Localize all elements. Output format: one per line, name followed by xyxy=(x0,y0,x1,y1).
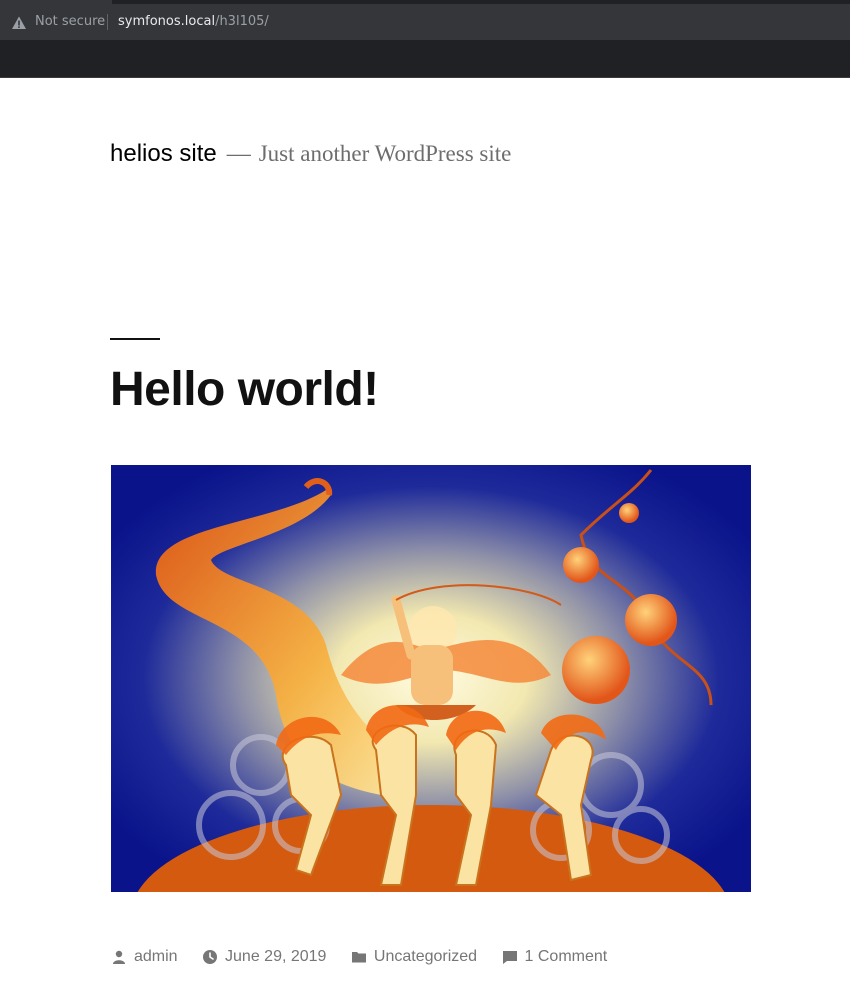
site-header: helios site — Just another WordPress site xyxy=(110,140,511,168)
clock-icon xyxy=(203,950,218,964)
folder-icon xyxy=(351,952,366,963)
url-text[interactable]: symfonos.local/h3l105/ xyxy=(118,14,269,29)
author-link[interactable]: admin xyxy=(134,948,178,966)
site-description: Just another WordPress site xyxy=(258,141,512,166)
post-author: admin xyxy=(111,948,178,966)
post-category: Uncategorized xyxy=(351,948,477,966)
comments-link[interactable]: 1 Comment xyxy=(525,948,608,966)
url-host: symfonos.local xyxy=(118,14,216,29)
comment-icon xyxy=(502,951,517,964)
omnibox-separator xyxy=(107,14,108,30)
post-meta: admin June 29, 2019 Uncategorized 1 Comm… xyxy=(111,948,627,972)
person-icon xyxy=(113,950,125,964)
featured-image[interactable] xyxy=(111,465,751,892)
helios-chariot-illustration xyxy=(111,465,751,892)
warning-icon[interactable] xyxy=(11,15,27,31)
title-separator: — xyxy=(226,141,251,167)
url-path: /h3l105/ xyxy=(215,14,269,29)
browser-toolbar: Not secure symfonos.local/h3l105/ xyxy=(0,0,850,78)
category-link[interactable]: Uncategorized xyxy=(374,948,477,966)
post-title[interactable]: Hello world! xyxy=(110,362,379,417)
site-title-link[interactable]: helios site xyxy=(110,140,217,167)
security-status-label[interactable]: Not secure xyxy=(35,14,105,29)
post-comments: 1 Comment xyxy=(502,948,608,966)
post-date: June 29, 2019 xyxy=(202,948,326,966)
title-divider xyxy=(110,338,160,340)
date-link[interactable]: June 29, 2019 xyxy=(225,948,326,966)
address-bar[interactable]: Not secure symfonos.local/h3l105/ xyxy=(0,4,850,40)
